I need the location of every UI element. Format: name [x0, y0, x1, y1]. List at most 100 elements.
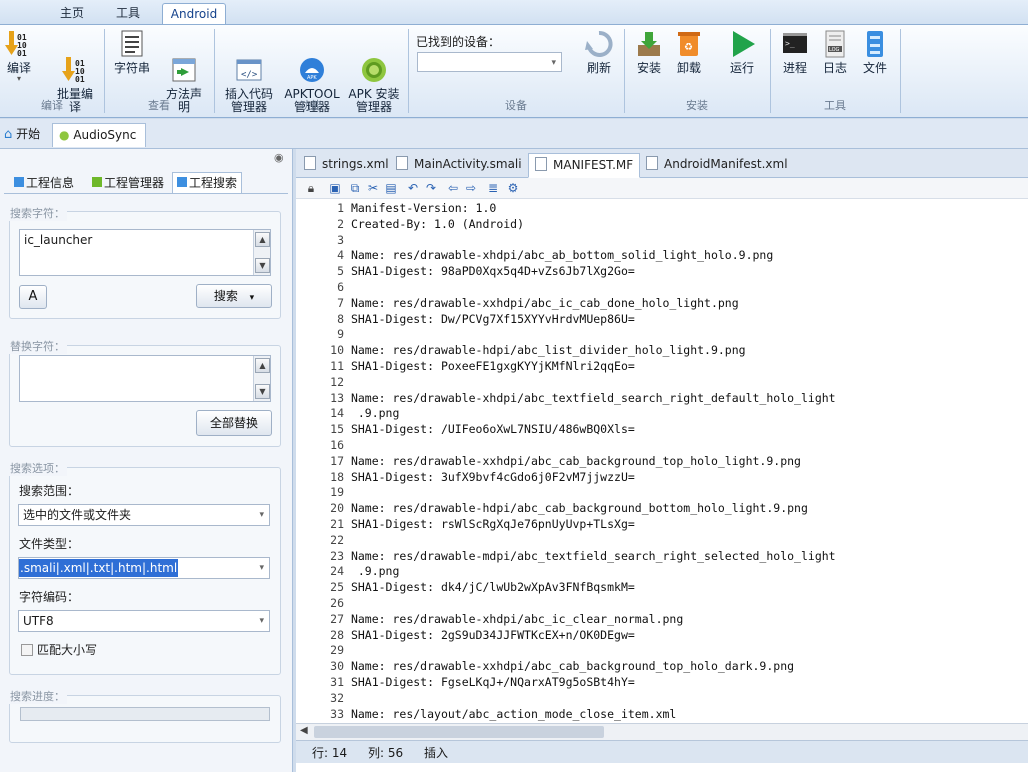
- log-button[interactable]: LOG 日志: [816, 29, 854, 75]
- filetype-select-value: .smali|.xml|.txt|.htm|.html: [19, 559, 179, 577]
- menu-tab-android[interactable]: Android: [162, 3, 226, 25]
- install-button[interactable]: 安装: [630, 29, 668, 75]
- svg-text:</>: </>: [241, 70, 258, 80]
- line-number: 17: [330, 453, 344, 468]
- line-number: 1: [337, 201, 344, 215]
- line-number: 3: [337, 232, 344, 247]
- recycle-icon: ♻: [674, 29, 704, 59]
- line-number: 6: [337, 280, 344, 294]
- replace-input-scrollbar[interactable]: ▲ ▼: [253, 356, 270, 401]
- line-number: 22: [330, 532, 344, 547]
- copy-icon[interactable]: ⧉: [348, 181, 362, 195]
- file-button[interactable]: 文件: [856, 29, 894, 75]
- refresh-label: 刷新: [586, 61, 611, 75]
- search-input[interactable]: ic_launcher ▲ ▼: [19, 229, 271, 276]
- editor-tab-bar: strings.xml MainActivity.smali MANIFEST.…: [296, 149, 1028, 178]
- code-line: 23 Name: res/drawable-mdpi/abc_textfield…: [296, 548, 835, 564]
- line-number: 33: [330, 706, 344, 721]
- search-icon: [177, 177, 187, 187]
- scroll-up-icon[interactable]: ▲: [255, 358, 270, 373]
- search-button[interactable]: 搜索 ▾: [196, 284, 272, 308]
- status-column: 列: 56: [368, 746, 404, 760]
- compile-button[interactable]: 01 10 01 编译 ▾: [2, 29, 36, 83]
- scope-select[interactable]: 选中的文件或文件夹 ▾: [18, 504, 270, 526]
- horizontal-scroll-thumb[interactable]: [314, 726, 604, 738]
- back-icon[interactable]: ⇦: [446, 181, 460, 195]
- line-number: 9: [337, 327, 344, 342]
- cut-icon[interactable]: ✂: [366, 181, 380, 195]
- uninstall-button[interactable]: ♻ 卸载: [670, 29, 708, 75]
- line-text: SHA1-Digest: 3ufX9bvf4cGdo6j0F2vM7jjwzzU…: [350, 469, 635, 484]
- undo-icon[interactable]: ↶: [406, 181, 420, 195]
- search-input-scrollbar[interactable]: ▲ ▼: [253, 230, 270, 275]
- install-label: 安装: [636, 61, 661, 75]
- settings-icon[interactable]: ⚙: [506, 181, 520, 195]
- code-line: 4 Name: res/drawable-xhdpi/abc_ab_bottom…: [296, 247, 773, 263]
- line-number: 29: [330, 643, 344, 658]
- line-number: 11: [330, 359, 344, 373]
- scroll-down-icon[interactable]: ▼: [255, 258, 270, 273]
- strings-button[interactable]: 字符串: [110, 29, 154, 75]
- replace-all-button[interactable]: 全部替换: [196, 410, 272, 436]
- filetype-label: 文件类型：: [19, 537, 80, 551]
- font-size-button[interactable]: A: [19, 285, 47, 309]
- code-line: 25 SHA1-Digest: dk4/jC/lwUb2wXpAv3FNfBqs…: [296, 579, 635, 595]
- line-text: SHA1-Digest: Dw/PCVg7Xf15XYYvHrdvMUep86U…: [350, 311, 635, 326]
- panel-tab-project-manager-label: 工程管理器: [104, 176, 165, 190]
- match-case-checkbox[interactable]: [21, 644, 33, 656]
- scroll-down-icon[interactable]: ▼: [255, 384, 270, 399]
- tab-audiosync[interactable]: ● AudioSync: [52, 123, 146, 147]
- editor-tab-androidmanifest-xml[interactable]: AndroidManifest.xml: [640, 153, 800, 176]
- search-input-value: ic_launcher: [24, 233, 93, 247]
- code-line: 30 Name: res/drawable-xxhdpi/abc_cab_bac…: [296, 658, 794, 674]
- editor-tab-label: MANIFEST.MF: [553, 158, 634, 172]
- editor-tab-mainactivity-smali[interactable]: MainActivity.smali: [390, 153, 524, 176]
- filetype-select[interactable]: .smali|.xml|.txt|.htm|.html ▾: [18, 557, 270, 579]
- match-case-label: 匹配大小写: [37, 643, 98, 657]
- line-text: Name: res/layout/abc_action_mode_close_i…: [350, 706, 677, 721]
- code-line: 8 SHA1-Digest: Dw/PCVg7Xf15XYYvHrdvMUep8…: [296, 311, 635, 327]
- redo-icon[interactable]: ↷: [424, 181, 438, 195]
- save-icon[interactable]: ▣: [328, 181, 342, 195]
- process-button[interactable]: >_ 进程: [776, 29, 814, 75]
- panel-tab-project-info-label: 工程信息: [26, 176, 75, 190]
- export-icon: [169, 42, 199, 82]
- line-text: SHA1-Digest: FgseLKqJ+/NQarxAT9g5oSBt4hY…: [350, 675, 635, 689]
- paste-icon[interactable]: ▤: [384, 181, 398, 195]
- binary-batch-icon: 01 10 01: [60, 42, 90, 84]
- line-number: 7: [337, 295, 344, 310]
- file-icon: [396, 156, 408, 170]
- file-icon: [304, 156, 316, 170]
- scroll-left-icon[interactable]: ◀: [300, 725, 308, 736]
- forward-icon[interactable]: ⇨: [464, 181, 478, 195]
- menu-tab-tools[interactable]: 工具: [108, 3, 148, 24]
- replace-input[interactable]: ▲ ▼: [19, 355, 271, 402]
- code-view[interactable]: 1 Manifest-Version: 1.0 2 Created-By: 1.0…: [296, 200, 1028, 722]
- panel-tab-project-manager[interactable]: 工程管理器: [92, 173, 164, 193]
- terminal-icon: >_: [780, 29, 810, 59]
- editor-tab-label: AndroidManifest.xml: [664, 157, 788, 171]
- panel-tab-project-search[interactable]: 工程搜索: [172, 172, 243, 193]
- panel-tab-project-search-label: 工程搜索: [189, 176, 238, 190]
- editor-tab-strings-xml[interactable]: strings.xml: [298, 153, 390, 176]
- encoding-select[interactable]: UTF8 ▾: [18, 610, 270, 632]
- svg-text:>_: >_: [785, 39, 795, 48]
- refresh-button[interactable]: 刷新: [578, 29, 620, 75]
- editor-area: strings.xml MainActivity.smali MANIFEST.…: [296, 149, 1028, 772]
- lock-icon[interactable]: 🔒︎: [304, 181, 318, 195]
- horizontal-scrollbar[interactable]: ◀: [296, 723, 1028, 741]
- panel-tab-project-info[interactable]: 工程信息: [14, 173, 74, 193]
- scroll-up-icon[interactable]: ▲: [255, 232, 270, 247]
- menu-tab-home[interactable]: 主页: [52, 3, 92, 24]
- tab-start[interactable]: ⌂ 开始: [4, 123, 48, 147]
- format-icon[interactable]: ≣: [486, 181, 500, 195]
- panel-pin-icon[interactable]: ◉: [274, 151, 284, 164]
- editor-tab-manifest-mf[interactable]: MANIFEST.MF: [528, 153, 640, 178]
- code-line: 1 Manifest-Version: 1.0: [296, 200, 496, 216]
- log-label: 日志: [822, 61, 847, 75]
- chevron-down-icon: ▾: [259, 510, 264, 520]
- run-button[interactable]: 运行: [722, 29, 762, 75]
- line-number: 4: [337, 248, 344, 263]
- device-select[interactable]: ▾: [417, 52, 562, 72]
- editor-toolbar: 🔒︎ ▣ ⧉ ✂ ▤ ↶ ↷ ⇦ ⇨ ≣ ⚙: [296, 178, 1028, 199]
